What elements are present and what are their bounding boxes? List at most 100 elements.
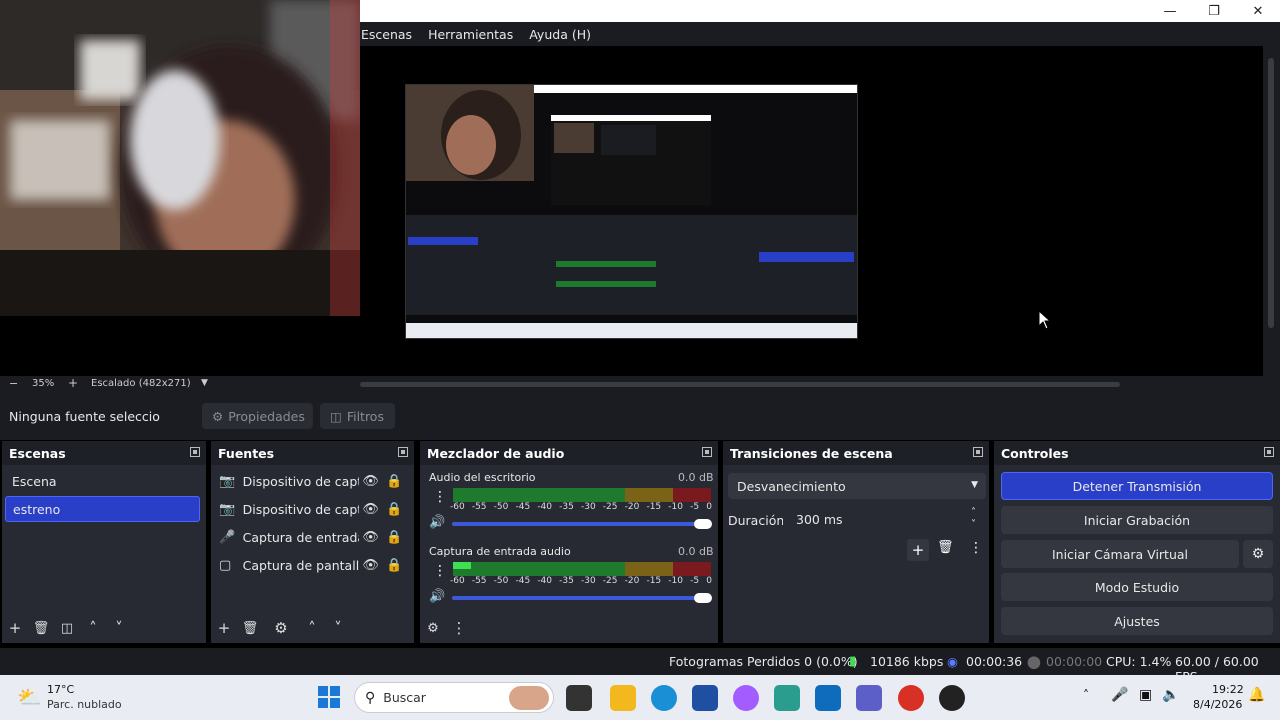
transitions-dock: Transiciones de escena Desvanecimiento ▼… (723, 441, 989, 643)
zoom-in-button[interactable]: + (68, 376, 78, 390)
microphone-icon[interactable]: 🎤 (1111, 687, 1128, 703)
taskbar-search[interactable]: ⚲ Buscar (354, 682, 554, 713)
start-recording-button[interactable]: Iniciar Grabación (1001, 506, 1273, 534)
source-item[interactable]: 📷 Dispositivo de captura 👁 🔒 (219, 468, 406, 494)
trash-icon[interactable]: 🗑 (237, 621, 263, 636)
eye-icon[interactable]: 👁 (359, 530, 383, 545)
scene-item[interactable]: Escena (5, 468, 200, 494)
network-icon[interactable]: ▣ (1139, 687, 1152, 703)
task-view-icon[interactable] (566, 685, 592, 711)
float-icon[interactable] (190, 447, 200, 457)
lock-icon[interactable]: 🔒 (382, 530, 406, 545)
settings-button[interactable]: Ajustes (1001, 607, 1273, 635)
volume-slider[interactable] (452, 522, 707, 526)
store-icon[interactable] (692, 685, 718, 711)
menu-ayuda[interactable]: Ayuda (H) (528, 27, 598, 42)
zoom-out-button[interactable]: − (9, 377, 18, 390)
filter-icon[interactable]: ◫ (54, 621, 80, 636)
trash-icon[interactable]: 🗑 (937, 540, 954, 555)
menu-bar: Escenas Herramientas Ayuda (H) (360, 22, 1280, 46)
advanced-audio-icon[interactable]: ⚙ (420, 621, 446, 636)
vertical-scroll-thumb[interactable] (1268, 58, 1274, 328)
minimize-button[interactable]: — (1148, 0, 1192, 22)
weather-icon[interactable]: ⛅ (17, 685, 42, 709)
gear-icon[interactable]: ⚙ (263, 619, 299, 637)
chevron-up-icon[interactable]: ˄ (1083, 688, 1089, 702)
chevron-down-icon[interactable]: ˅ (325, 619, 351, 637)
lock-icon[interactable]: 🔒 (382, 502, 406, 517)
clock-time[interactable]: 19:22 (1212, 683, 1244, 696)
source-item[interactable]: 🎤 Captura de entrada a 👁 🔒 (219, 524, 406, 550)
float-icon[interactable] (1264, 447, 1274, 457)
add-icon[interactable]: + (211, 619, 237, 637)
menu-herramientas[interactable]: Herramientas (427, 27, 520, 42)
file-explorer-icon[interactable] (610, 685, 636, 711)
search-highlight-image (509, 686, 549, 710)
duration-field[interactable]: 300 ms ˄ ˅ (783, 506, 986, 532)
channel-menu-icon[interactable]: ⋮ (433, 489, 447, 505)
more-menu-icon[interactable]: ⋮ (969, 540, 983, 556)
edge-icon[interactable] (651, 685, 677, 711)
trash-icon[interactable]: 🗑 (28, 621, 54, 636)
obs-icon[interactable] (939, 685, 965, 711)
add-icon[interactable]: + (2, 619, 28, 637)
add-transition-button[interactable]: + (907, 539, 929, 561)
stepper-up-icon[interactable]: ˄ (971, 507, 976, 518)
channel-menu-icon[interactable]: ⋮ (433, 563, 447, 579)
menu-escenas[interactable]: Escenas (360, 27, 419, 42)
start-virtual-camera-button[interactable]: Iniciar Cámara Virtual (1001, 540, 1239, 568)
source-item[interactable]: 📷 Dispositivo de captura 👁 🔒 (219, 496, 406, 522)
properties-button[interactable]: ⚙ Propiedades (202, 403, 313, 429)
copilot-icon[interactable] (733, 685, 759, 711)
speaker-icon[interactable]: 🔊 (429, 589, 445, 604)
stop-streaming-button[interactable]: Detener Transmisión (1001, 472, 1273, 500)
record-icon: ⬤ (1027, 654, 1041, 669)
volume-icon[interactable]: 🔈 (1162, 687, 1179, 703)
eye-icon[interactable]: 👁 (359, 502, 383, 517)
teams-icon[interactable] (856, 685, 882, 711)
eye-icon[interactable]: 👁 (359, 558, 383, 573)
chevron-up-icon[interactable]: ˄ (80, 619, 106, 637)
chevron-up-icon[interactable]: ˄ (299, 619, 325, 637)
speaker-icon[interactable]: 🔊 (429, 515, 445, 530)
audio-meter (453, 562, 711, 576)
notification-icon[interactable]: 🔔 (1248, 687, 1265, 703)
volume-knob[interactable] (694, 519, 712, 529)
weather-text[interactable]: Parc. nublado (47, 698, 122, 711)
stepper-down-icon[interactable]: ˅ (971, 519, 976, 530)
scaling-dropdown-icon[interactable]: ▼ (201, 378, 208, 388)
float-icon[interactable] (398, 447, 408, 457)
more-menu-icon[interactable]: ⋮ (446, 619, 472, 637)
windows-start-icon[interactable] (318, 686, 340, 708)
mouse-cursor-icon (1038, 310, 1052, 330)
volume-knob[interactable] (694, 593, 712, 603)
temperature[interactable]: 17°C (47, 683, 74, 696)
outlook-icon[interactable] (815, 685, 841, 711)
float-icon[interactable] (702, 447, 712, 457)
chrome-icon[interactable] (898, 685, 924, 711)
clock-date[interactable]: 8/4/2026 (1193, 698, 1242, 711)
float-icon[interactable] (973, 447, 983, 457)
channel-name: Audio del escritorio (429, 471, 536, 484)
webcam-image (0, 0, 360, 316)
filters-label: Filtros (346, 408, 384, 424)
source-item[interactable]: ▢ Captura de pantalla 👁 🔒 (219, 552, 406, 578)
close-button[interactable]: ✕ (1236, 0, 1280, 22)
chevron-down-icon: ▼ (971, 480, 978, 490)
virtual-camera-settings-button[interactable]: ⚙ (1243, 540, 1273, 568)
studio-mode-button[interactable]: Modo Estudio (1001, 573, 1273, 601)
sources-dock: Fuentes 📷 Dispositivo de captura 👁 🔒 📷 D… (211, 441, 414, 643)
meter-ticks: -60 -55 -50 -45 -40 -35 -30 -25 -20 -15 -10 -5 0 (450, 502, 712, 512)
volume-slider[interactable] (452, 596, 707, 600)
m365-icon[interactable] (774, 685, 800, 711)
preview-horizontal-scrollbar[interactable] (360, 382, 1120, 387)
scene-item-selected[interactable]: estreno (5, 496, 200, 522)
eye-icon[interactable]: 👁 (359, 474, 383, 489)
transition-select[interactable]: Desvanecimiento ▼ (728, 473, 986, 499)
restore-button[interactable]: ❐ (1192, 0, 1236, 22)
lock-icon[interactable]: 🔒 (382, 558, 406, 573)
lock-icon[interactable]: 🔒 (382, 474, 406, 489)
filters-button[interactable]: ◫ Filtros (320, 403, 395, 429)
chevron-down-icon[interactable]: ˅ (106, 619, 132, 637)
preview-area[interactable] (0, 0, 1263, 376)
